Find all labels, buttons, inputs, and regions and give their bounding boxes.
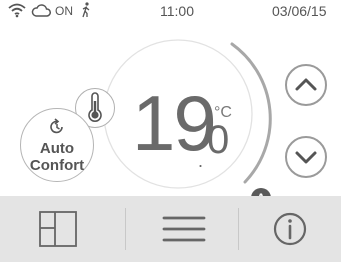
- mode-label-line2: Confort: [29, 157, 85, 174]
- bottom-toolbar: [0, 196, 341, 262]
- temperature-unit: °C: [214, 104, 232, 121]
- info-button[interactable]: [239, 196, 341, 262]
- menu-button[interactable]: [126, 196, 239, 262]
- chevron-down-icon: [295, 151, 317, 164]
- mode-label-line1: Auto: [39, 140, 75, 157]
- mode-button[interactable]: Auto Confort: [20, 108, 94, 182]
- connection-status: ON: [55, 4, 73, 18]
- temperature-decimal-separator: .: [198, 151, 204, 171]
- clock-refresh-icon: [50, 118, 63, 134]
- menu-icon: [162, 216, 206, 242]
- info-icon: [273, 212, 307, 246]
- window-button[interactable]: [0, 196, 113, 262]
- wifi-icon: [8, 3, 26, 18]
- person-walking-icon: [82, 2, 90, 18]
- chevron-up-icon: [295, 78, 317, 91]
- current-date: 03/06/15: [272, 3, 327, 19]
- increase-temperature-button[interactable]: [285, 64, 327, 106]
- cloud-icon: [31, 4, 51, 17]
- status-bar: ON 11:00 03/06/15: [0, 0, 341, 20]
- clock-time: 11:00: [160, 3, 194, 19]
- decrease-temperature-button[interactable]: [285, 136, 327, 178]
- window-icon: [39, 211, 77, 247]
- temperature-decimal: 0: [207, 118, 230, 162]
